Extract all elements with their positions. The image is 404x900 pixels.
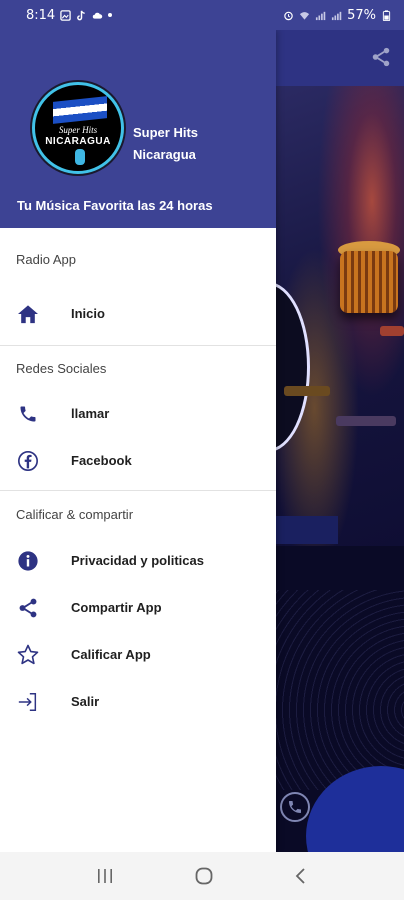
menu-item-inicio[interactable]: Inicio (0, 290, 276, 337)
section-title-radio-app: Radio App (16, 251, 76, 267)
mixer-fader (284, 386, 330, 396)
info-icon (16, 549, 40, 573)
share-icon (16, 596, 40, 620)
status-left: 8:14 (26, 7, 113, 23)
share-icon[interactable] (370, 46, 392, 68)
section-title-calificar-compartir: Calificar & compartir (16, 506, 134, 522)
menu-item-salir[interactable]: Salir (0, 678, 276, 725)
menu-item-facebook[interactable]: Facebook (0, 437, 276, 484)
gallery-notification-icon (60, 9, 71, 21)
drawer-header: Super Hits NICARAGUA Super Hits Nicaragu… (0, 30, 276, 228)
menu-item-label: Inicio (71, 306, 105, 321)
app-logo: Super Hits NICARAGUA (32, 82, 124, 174)
home-button-icon[interactable] (194, 866, 214, 886)
background-logo-edge (276, 282, 310, 452)
background-mixer-image (276, 86, 404, 546)
app-name-line1: Super Hits (133, 125, 199, 140)
navigation-drawer: Super Hits NICARAGUA Super Hits Nicaragu… (0, 30, 276, 852)
alarm-icon (284, 11, 293, 20)
menu-item-label: Compartir App (71, 600, 162, 615)
star-icon (16, 643, 40, 667)
mixer-fader (380, 326, 404, 336)
background-strip (276, 516, 338, 544)
cloud-notification-icon (92, 12, 103, 19)
background-app-content (276, 30, 404, 852)
app-name: Super Hits Nicaragua (133, 122, 263, 166)
more-notifications-dot-icon (108, 13, 113, 17)
tiktok-notification-icon (77, 10, 85, 20)
app-name-line2: Nicaragua (133, 147, 196, 162)
battery-icon (382, 9, 391, 21)
menu-item-privacidad[interactable]: Privacidad y politicas (0, 537, 276, 584)
microphone-icon (75, 149, 85, 165)
menu-item-label: Privacidad y politicas (71, 553, 204, 568)
back-icon[interactable] (294, 867, 308, 885)
home-icon (16, 302, 40, 326)
phone-icon (16, 402, 40, 426)
menu-item-calificar-app[interactable]: Calificar App (0, 631, 276, 678)
app-tagline: Tu Música Favorita las 24 horas (17, 198, 213, 213)
status-right: 57% (283, 8, 392, 23)
mixer-knob (340, 251, 398, 313)
status-time: 8:14 (26, 7, 56, 23)
facebook-icon (16, 449, 40, 473)
background-toolbar (276, 30, 404, 86)
nicaragua-flag-icon (53, 96, 107, 124)
menu-item-compartir-app[interactable]: Compartir App (0, 584, 276, 631)
status-bar: 8:14 57% (0, 0, 404, 30)
menu-item-label: Facebook (71, 453, 132, 468)
recent-apps-icon[interactable] (96, 868, 114, 884)
call-button[interactable] (280, 792, 310, 822)
menu-item-label: Calificar App (71, 647, 151, 662)
signal-2-icon (332, 11, 342, 20)
logo-line2: NICARAGUA (45, 136, 111, 147)
section-title-redes-sociales: Redes Sociales (16, 360, 107, 376)
signal-icon (316, 11, 326, 20)
mixer-fader (336, 416, 396, 426)
menu-item-label: Salir (71, 694, 100, 709)
phone-icon (289, 801, 301, 813)
wifi-off-icon (300, 11, 310, 20)
exit-icon (16, 690, 40, 714)
background-pattern (276, 590, 404, 790)
menu-item-label: llamar (71, 406, 110, 421)
battery-percent: 57% (347, 7, 376, 23)
system-navigation-bar (0, 852, 404, 900)
menu-item-llamar[interactable]: llamar (0, 390, 276, 437)
logo-line1: Super Hits (58, 125, 98, 135)
